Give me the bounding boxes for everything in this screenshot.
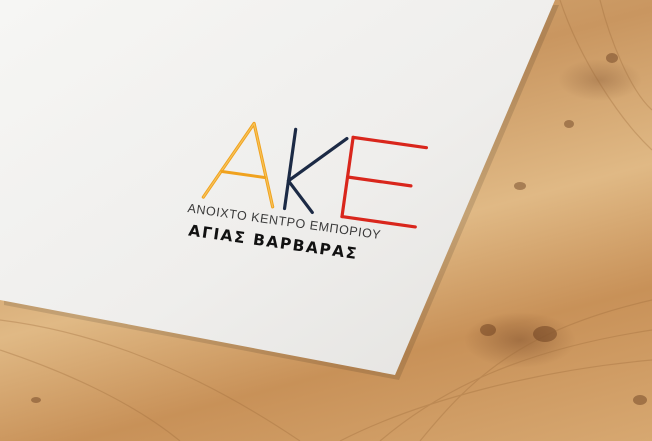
ake-logo: ΑΝΟΙΧΤΟ ΚΕΝΤΡΟ ΕΜΠΟΡΙΟΥ ΑΓΙΑΣ ΒΑΡΒΑΡΑΣ: [174, 107, 435, 309]
mockup-scene: ΑΝΟΙΧΤΟ ΚΕΝΤΡΟ ΕΜΠΟΡΙΟΥ ΑΓΙΑΣ ΒΑΡΒΑΡΑΣ: [0, 0, 652, 441]
